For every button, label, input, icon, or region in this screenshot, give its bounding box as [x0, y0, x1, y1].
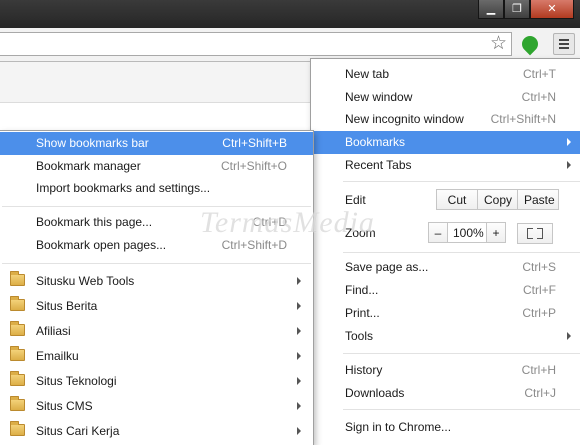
- bookmark-star-icon[interactable]: ☆: [490, 33, 507, 55]
- submenu-arrow-icon: [297, 427, 301, 435]
- folder-icon: [10, 296, 25, 311]
- browser-toolbar: ☆: [0, 28, 580, 62]
- submenu-arrow-icon: [567, 161, 571, 169]
- menu-separator: [343, 181, 580, 182]
- folder-icon: [10, 396, 25, 411]
- edit-button-group: Cut Copy Paste: [436, 189, 559, 210]
- menu-item-find[interactable]: Find... Ctrl+F: [311, 279, 580, 302]
- folder-icon: [10, 271, 25, 286]
- window-controls: ▁ ❐ ✕: [478, 0, 574, 19]
- submenu-arrow-icon: [297, 277, 301, 285]
- menu-item-sign-in[interactable]: Sign in to Chrome...: [311, 416, 580, 439]
- minimize-button[interactable]: ▁: [478, 0, 504, 19]
- submenu-arrow-icon: [297, 377, 301, 385]
- menu-separator: [343, 252, 580, 253]
- submenu-arrow-icon: [297, 402, 301, 410]
- menu-item-new-tab[interactable]: New tab Ctrl+T: [311, 63, 580, 86]
- menu-item-new-window[interactable]: New window Ctrl+N: [311, 86, 580, 109]
- bookmark-folder-item[interactable]: Situs Teknologi: [0, 369, 313, 394]
- menu-item-print[interactable]: Print... Ctrl+P: [311, 302, 580, 325]
- menu-item-bookmark-this-page[interactable]: Bookmark this page... Ctrl+D: [0, 211, 313, 234]
- chrome-main-menu: New tab Ctrl+T New window Ctrl+N New inc…: [310, 58, 580, 445]
- bookmarks-submenu: Show bookmarks bar Ctrl+Shift+B Bookmark…: [0, 130, 314, 445]
- menu-separator: [2, 206, 311, 207]
- bookmark-folder-item[interactable]: Situs Cari Kerja: [0, 419, 313, 444]
- cut-button[interactable]: Cut: [436, 189, 478, 210]
- bookmark-folder-item[interactable]: Emailku: [0, 344, 313, 369]
- bookmark-folder-item[interactable]: Situs Berita: [0, 294, 313, 319]
- green-leaf-extension-icon[interactable]: [518, 32, 542, 56]
- menu-separator: [343, 353, 580, 354]
- menu-item-zoom: Zoom – 100% +: [311, 220, 580, 246]
- bookmark-folder-item[interactable]: Situs CMS: [0, 394, 313, 419]
- copy-button[interactable]: Copy: [477, 189, 518, 210]
- menu-item-import-bookmarks[interactable]: Import bookmarks and settings...: [0, 177, 313, 200]
- address-bar[interactable]: ☆: [0, 32, 512, 56]
- submenu-arrow-icon: [567, 332, 571, 340]
- folder-icon: [10, 346, 25, 361]
- menu-item-bookmarks[interactable]: Bookmarks: [311, 131, 580, 154]
- zoom-in-button[interactable]: +: [486, 222, 506, 243]
- submenu-arrow-icon: [297, 327, 301, 335]
- fullscreen-icon[interactable]: [517, 223, 553, 244]
- menu-item-history[interactable]: History Ctrl+H: [311, 359, 580, 382]
- submenu-arrow-icon: [297, 352, 301, 360]
- close-button[interactable]: ✕: [530, 0, 574, 19]
- title-bar: ▁ ❐ ✕: [0, 0, 580, 28]
- menu-item-save-page[interactable]: Save page as... Ctrl+S: [311, 256, 580, 279]
- maximize-button[interactable]: ❐: [504, 0, 530, 19]
- page-content-area: [0, 62, 312, 103]
- bookmark-folder-item[interactable]: Situsku Web Tools: [0, 269, 313, 294]
- menu-item-bookmark-open-pages[interactable]: Bookmark open pages... Ctrl+Shift+D: [0, 234, 313, 257]
- menu-separator: [343, 409, 580, 410]
- hamburger-menu-icon: [559, 39, 569, 41]
- folder-icon: [10, 421, 25, 436]
- paste-button[interactable]: Paste: [517, 189, 559, 210]
- menu-item-new-incognito[interactable]: New incognito window Ctrl+Shift+N: [311, 108, 580, 131]
- menu-item-show-bookmarks-bar[interactable]: Show bookmarks bar Ctrl+Shift+B: [0, 132, 313, 155]
- zoom-out-button[interactable]: –: [428, 222, 448, 243]
- menu-item-edit: Edit Cut Copy Paste: [311, 187, 580, 213]
- zoom-controls: – 100% +: [428, 222, 506, 243]
- chrome-menu-button[interactable]: [553, 33, 575, 55]
- menu-item-recent-tabs[interactable]: Recent Tabs: [311, 154, 580, 177]
- folder-icon: [10, 371, 25, 386]
- menu-item-tools[interactable]: Tools: [311, 325, 580, 348]
- bookmark-folder-item[interactable]: Afiliasi: [0, 319, 313, 344]
- menu-item-downloads[interactable]: Downloads Ctrl+J: [311, 382, 580, 405]
- submenu-arrow-icon: [567, 138, 571, 146]
- submenu-arrow-icon: [297, 302, 301, 310]
- menu-separator: [2, 263, 311, 264]
- zoom-level: 100%: [447, 222, 487, 243]
- folder-icon: [10, 321, 25, 336]
- menu-item-bookmark-manager[interactable]: Bookmark manager Ctrl+Shift+O: [0, 155, 313, 178]
